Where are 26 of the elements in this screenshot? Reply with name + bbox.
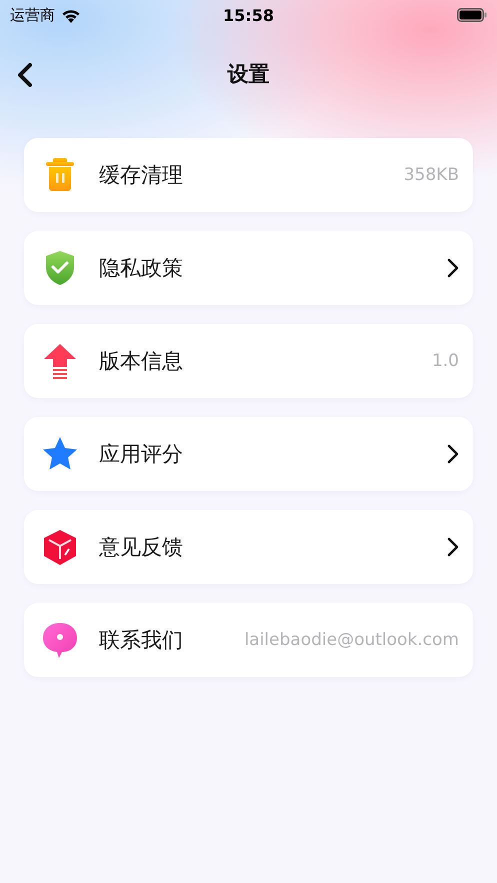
back-icon bbox=[16, 62, 34, 88]
settings-item[interactable]: 意见反馈 bbox=[24, 510, 473, 584]
carrier-name: 运营商 bbox=[10, 6, 55, 24]
wifi-icon bbox=[61, 8, 81, 22]
item-label: 版本信息 bbox=[99, 348, 184, 375]
item-value: 1.0 bbox=[432, 351, 459, 371]
settings-item[interactable]: 联系我们 lailebaodie@outlook.com bbox=[24, 603, 473, 677]
settings-item[interactable]: 缓存清理 358KB bbox=[24, 138, 473, 212]
item-label: 隐私政策 bbox=[99, 255, 184, 282]
clock-time: 15:58 bbox=[223, 6, 274, 24]
item-value: lailebaodie@outlook.com bbox=[244, 630, 459, 650]
settings-item[interactable]: 应用评分 bbox=[24, 417, 473, 491]
box-icon bbox=[41, 528, 79, 566]
settings-item[interactable]: 隐私政策 bbox=[24, 231, 473, 305]
chevron-right-icon bbox=[447, 537, 459, 557]
page-title: 设置 bbox=[228, 61, 270, 88]
chevron-right-icon bbox=[447, 444, 459, 464]
chevron-right-icon bbox=[447, 258, 459, 278]
item-label: 应用评分 bbox=[99, 441, 184, 468]
item-label: 缓存清理 bbox=[99, 162, 184, 189]
item-value: 358KB bbox=[404, 165, 459, 185]
item-label: 意见反馈 bbox=[99, 534, 184, 561]
item-label: 联系我们 bbox=[99, 627, 184, 654]
settings-item[interactable]: 版本信息 1.0 bbox=[24, 324, 473, 398]
chat-bubble-icon bbox=[41, 621, 79, 659]
battery-icon bbox=[457, 8, 487, 22]
